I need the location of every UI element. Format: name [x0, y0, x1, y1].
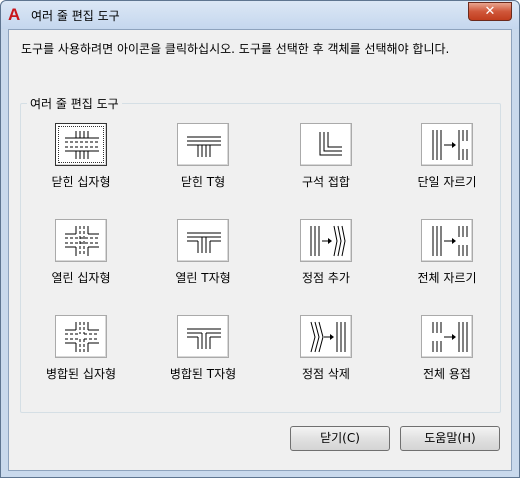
tools-group: 여러 줄 편집 도구 닫힌 십자형 닫힌 T형 구석 접합 단일 자르기 열린 …	[20, 95, 504, 413]
tool-label: 병합된 T자형	[169, 367, 237, 381]
weld-all-icon[interactable]	[421, 315, 473, 358]
autocad-logo-icon: A	[8, 5, 21, 24]
tool-label: 구석 접합	[302, 175, 350, 189]
tool-delete-vertex: 정점 삭제	[273, 315, 383, 395]
instruction-text: 도구를 사용하려면 아이콘을 클릭하십시오. 도구를 선택한 후 객체를 선택해…	[21, 42, 450, 56]
tool-corner-joint: 구석 접합	[273, 123, 383, 203]
add-vertex-icon[interactable]	[300, 219, 352, 262]
tool-label: 정점 삭제	[302, 367, 350, 381]
tool-cut-all: 전체 자르기	[394, 219, 504, 299]
tool-label: 열린 십자형	[51, 271, 111, 285]
corner-joint-icon[interactable]	[300, 123, 352, 166]
tool-open-cross: 열린 십자형	[28, 219, 138, 299]
tool-cut-single: 단일 자르기	[394, 123, 504, 203]
dialog-body: 도구를 사용하려면 아이콘을 클릭하십시오. 도구를 선택한 후 객체를 선택해…	[8, 29, 512, 471]
open-tee-icon[interactable]	[177, 219, 229, 262]
tool-closed-tee: 닫힌 T형	[150, 123, 260, 203]
cut-all-icon[interactable]	[421, 219, 473, 262]
tool-label: 병합된 십자형	[45, 367, 117, 381]
tool-merged-tee: 병합된 T자형	[150, 315, 260, 395]
closed-cross-icon[interactable]	[55, 123, 107, 166]
tool-add-vertex: 정점 추가	[273, 219, 383, 299]
tool-weld-all: 전체 용접	[394, 315, 504, 395]
close-button[interactable]: 닫기(C)	[290, 426, 390, 451]
tool-merged-cross: 병합된 십자형	[28, 315, 138, 395]
tool-label: 전체 자르기	[417, 271, 477, 285]
merged-tee-icon[interactable]	[177, 315, 229, 358]
cut-single-icon[interactable]	[421, 123, 473, 166]
open-cross-icon[interactable]	[55, 219, 107, 262]
tool-label: 정점 추가	[302, 271, 350, 285]
tool-label: 전체 용접	[423, 367, 471, 381]
tool-label: 열린 T자형	[175, 271, 231, 285]
tool-open-tee: 열린 T자형	[150, 219, 260, 299]
help-button[interactable]: 도움말(H)	[400, 426, 500, 451]
group-label: 여러 줄 편집 도구	[27, 95, 122, 112]
tool-label: 단일 자르기	[417, 175, 477, 189]
window-close-button[interactable]: ✕	[468, 2, 512, 21]
closed-tee-icon[interactable]	[177, 123, 229, 166]
title-bar[interactable]: A 여러 줄 편집 도구 ✕	[1, 1, 519, 29]
tool-label: 닫힌 십자형	[51, 175, 111, 189]
tool-closed-cross: 닫힌 십자형	[28, 123, 138, 203]
tool-label: 닫힌 T형	[180, 175, 226, 189]
window-title: 여러 줄 편집 도구	[31, 9, 120, 23]
delete-vertex-icon[interactable]	[300, 315, 352, 358]
dialog-window: A 여러 줄 편집 도구 ✕ 도구를 사용하려면 아이콘을 클릭하십시오. 도구…	[0, 0, 520, 478]
merged-cross-icon[interactable]	[55, 315, 107, 358]
